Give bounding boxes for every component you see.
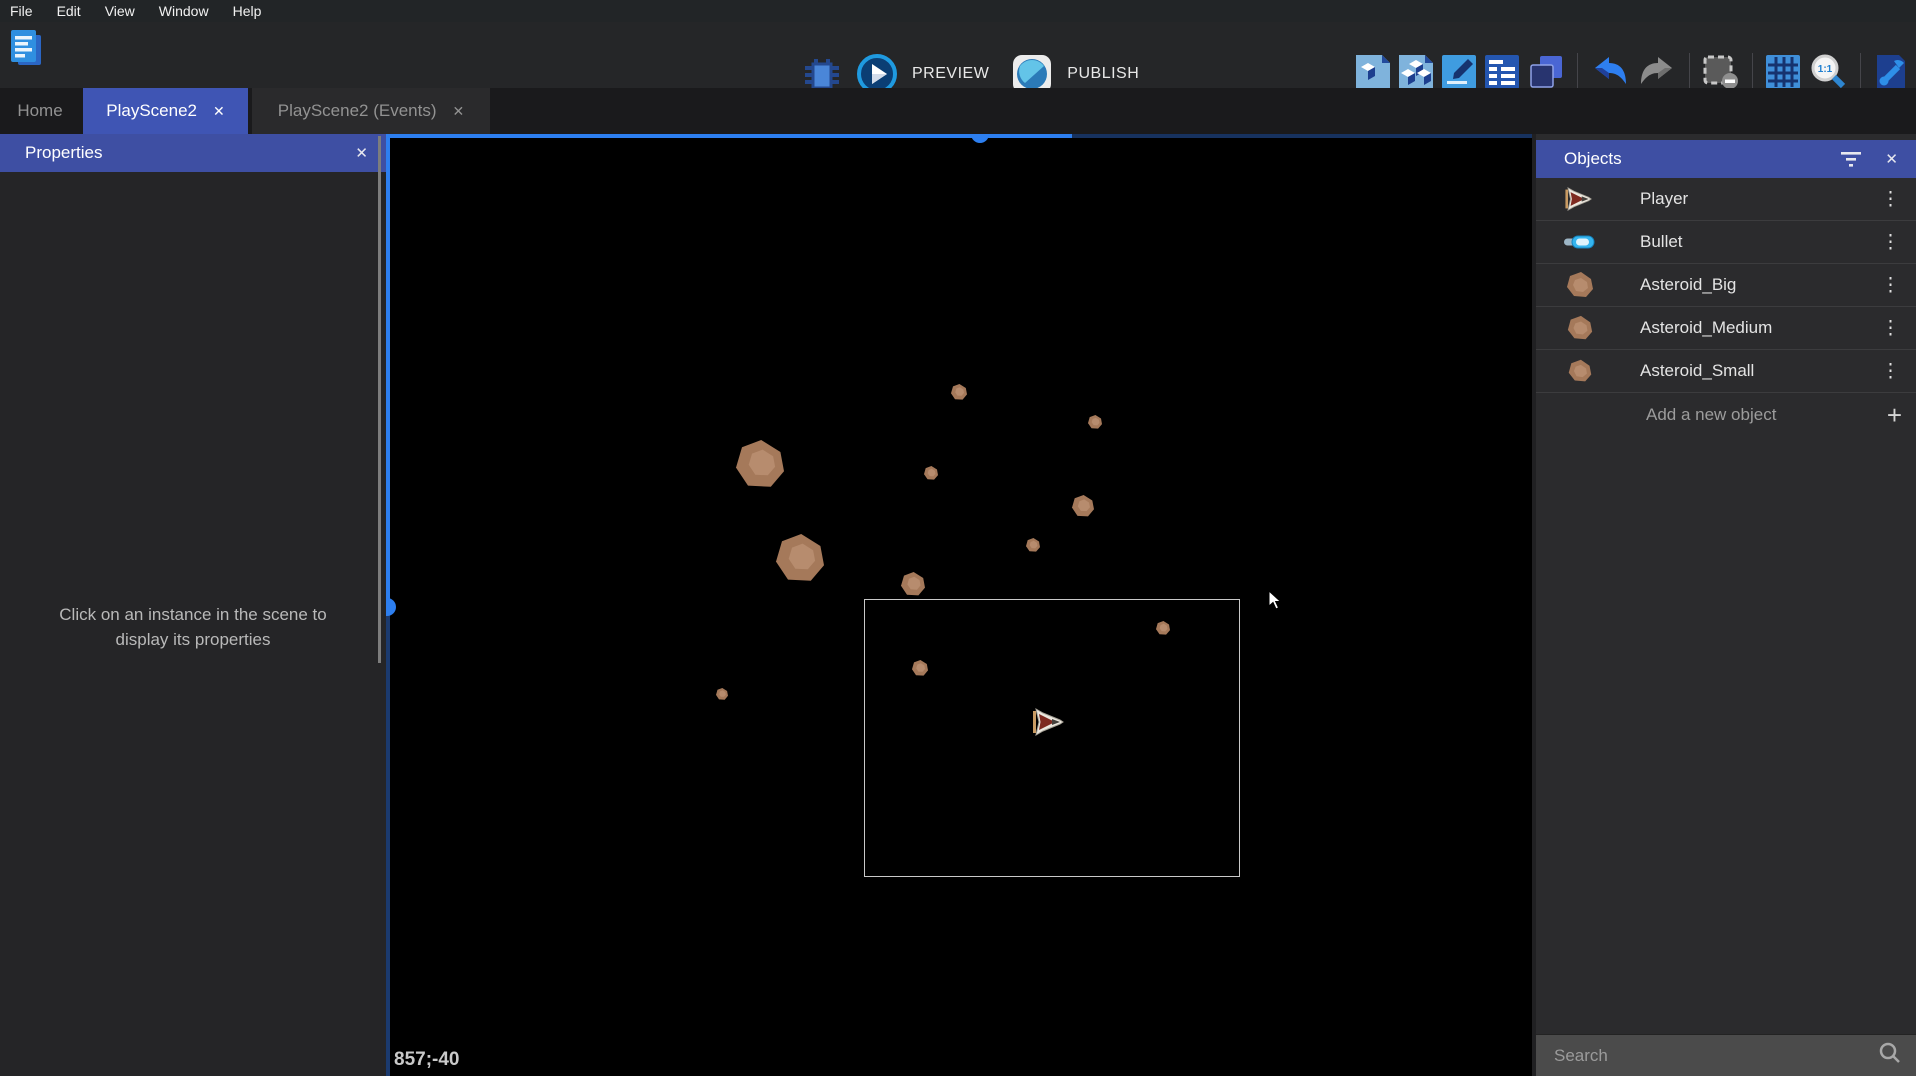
tab-bar: Home PlayScene2 ✕ PlayScene2 (Events) ✕: [0, 88, 1916, 134]
object-row-asteroid-medium[interactable]: Asteroid_Medium ⋮: [1536, 307, 1916, 350]
tab-close-icon[interactable]: ✕: [213, 103, 225, 120]
vertical-scroll-line[interactable]: [386, 134, 390, 607]
object-row-bullet[interactable]: Bullet ⋮: [1536, 221, 1916, 264]
publish-button[interactable]: PUBLISH: [1067, 65, 1139, 83]
toolbar-separator: [1860, 53, 1861, 91]
objects-panel-body: [1536, 437, 1916, 1034]
object-row-asteroid-small[interactable]: Asteroid_Small ⋮: [1536, 350, 1916, 393]
kebab-menu-icon[interactable]: ⋮: [1881, 360, 1900, 383]
asteroid-instance[interactable]: [1070, 493, 1096, 519]
menu-edit[interactable]: Edit: [57, 3, 81, 19]
objects-header: Objects ✕: [1536, 140, 1916, 178]
scene-properties-icon[interactable]: [1874, 54, 1908, 90]
kebab-menu-icon[interactable]: ⋮: [1881, 317, 1900, 340]
toolbar: PREVIEW PUBLISH: [0, 22, 1916, 88]
vertical-scroll-line-dark[interactable]: [386, 607, 390, 1076]
plus-icon[interactable]: +: [1887, 400, 1902, 431]
object-label: Player: [1640, 189, 1688, 209]
search-bar: [1536, 1034, 1916, 1076]
properties-scrollbar[interactable]: [378, 136, 381, 663]
asteroid-instance[interactable]: [1086, 413, 1104, 431]
asteroid-instance[interactable]: [1154, 619, 1172, 637]
asteroid-instance[interactable]: [922, 464, 940, 482]
player-ship-icon: [1562, 187, 1598, 211]
asteroid-instance[interactable]: [714, 686, 730, 702]
close-icon[interactable]: ✕: [355, 144, 368, 162]
properties-empty-message: Click on an instance in the scene to dis…: [43, 602, 343, 652]
tab-playscene2-events[interactable]: PlayScene2 (Events) ✕: [252, 88, 490, 134]
horizontal-scroll-line-dark[interactable]: [1072, 134, 1532, 138]
camera-border-rect: [864, 599, 1240, 877]
menu-bar: File Edit View Window Help: [0, 0, 1916, 22]
scene-file-icon[interactable]: [1356, 55, 1390, 89]
vertical-scroll-knob[interactable]: [386, 598, 396, 616]
toolbar-separator: [1689, 53, 1690, 91]
undo-icon[interactable]: [1591, 55, 1629, 89]
tab-playscene2[interactable]: PlayScene2 ✕: [83, 88, 248, 134]
asteroid-instance[interactable]: [774, 532, 826, 584]
kebab-menu-icon[interactable]: ⋮: [1881, 188, 1900, 211]
pencil-edit-icon[interactable]: [1442, 55, 1476, 89]
properties-panel: Properties ✕ Click on an instance in the…: [0, 134, 386, 1076]
add-object-row[interactable]: Add a new object +: [1536, 393, 1916, 437]
asteroid-icon: [1562, 358, 1598, 384]
menu-file[interactable]: File: [10, 3, 33, 19]
scene-canvas[interactable]: 857;-40: [386, 134, 1532, 1076]
deselect-icon[interactable]: [1703, 55, 1739, 89]
cursor-coordinates: 857;-40: [394, 1049, 460, 1071]
asteroid-instance[interactable]: [899, 570, 927, 598]
gdevelop-window: File Edit View Window Help: [0, 0, 1916, 1076]
object-row-player[interactable]: Player ⋮: [1536, 178, 1916, 221]
bullet-icon: [1562, 235, 1598, 249]
search-input[interactable]: [1554, 1046, 1878, 1066]
object-label: Asteroid_Small: [1640, 361, 1754, 381]
tab-home-label: Home: [17, 101, 62, 121]
object-label: Asteroid_Medium: [1640, 318, 1772, 338]
asteroid-instance[interactable]: [910, 658, 930, 678]
menu-view[interactable]: View: [105, 3, 135, 19]
objects-cubes-icon[interactable]: [1399, 55, 1433, 89]
player-instance[interactable]: [1033, 708, 1067, 736]
asteroid-instance[interactable]: [1024, 536, 1042, 554]
menu-help[interactable]: Help: [233, 3, 262, 19]
asteroid-icon: [1562, 270, 1598, 300]
tab-playscene2-label: PlayScene2: [106, 101, 197, 121]
asteroid-instance[interactable]: [949, 382, 969, 402]
svg-text:1:1: 1:1: [1818, 64, 1833, 75]
preview-button[interactable]: PREVIEW: [912, 65, 989, 83]
redo-icon[interactable]: [1638, 55, 1676, 89]
asteroid-icon: [1562, 314, 1598, 342]
project-manager-icon[interactable]: [8, 27, 44, 69]
add-object-label: Add a new object: [1646, 405, 1776, 425]
instances-list-icon[interactable]: [1485, 55, 1519, 89]
objects-panel: Objects ✕ Player ⋮: [1532, 134, 1916, 1076]
grid-icon[interactable]: [1766, 55, 1800, 89]
properties-header: Properties ✕: [0, 134, 386, 172]
kebab-menu-icon[interactable]: ⋮: [1881, 231, 1900, 254]
kebab-menu-icon[interactable]: ⋮: [1881, 274, 1900, 297]
tab-home[interactable]: Home: [0, 88, 80, 134]
asteroid-instance[interactable]: [734, 438, 786, 490]
horizontal-scroll-knob[interactable]: [971, 134, 989, 143]
toolbar-separator: [1752, 53, 1753, 91]
zoom-original-icon[interactable]: 1:1: [1809, 53, 1847, 91]
mouse-cursor: [1268, 590, 1288, 612]
filter-icon[interactable]: [1841, 152, 1861, 167]
tab-events-label: PlayScene2 (Events): [278, 101, 437, 121]
horizontal-scroll-line[interactable]: [386, 134, 1072, 138]
tab-close-icon[interactable]: ✕: [453, 103, 465, 120]
toolbar-separator: [1577, 53, 1578, 91]
object-row-asteroid-big[interactable]: Asteroid_Big ⋮: [1536, 264, 1916, 307]
object-label: Bullet: [1640, 232, 1683, 252]
objects-title: Objects: [1564, 149, 1622, 169]
object-label: Asteroid_Big: [1640, 275, 1736, 295]
close-icon[interactable]: ✕: [1885, 150, 1898, 168]
menu-window[interactable]: Window: [159, 3, 209, 19]
layers-icon[interactable]: [1528, 54, 1564, 90]
properties-title: Properties: [25, 143, 102, 163]
search-icon: [1878, 1041, 1902, 1070]
